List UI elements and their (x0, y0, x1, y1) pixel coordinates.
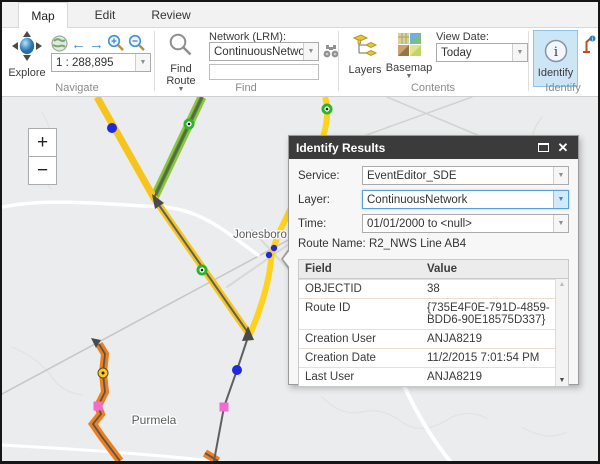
route-search-input[interactable] (209, 64, 319, 80)
blue-point-marker (266, 252, 272, 258)
green-point-marker (322, 104, 333, 115)
blue-point-marker (232, 365, 242, 375)
scroll-up-icon[interactable]: ▲ (559, 281, 566, 288)
time-combobox[interactable]: 01/01/2000 to <null> ▼ (362, 214, 569, 233)
layer-value: ContinuousNetwork (363, 194, 553, 206)
view-date-value: Today (437, 47, 512, 59)
plus-icon: + (37, 132, 48, 154)
close-icon: ✕ (558, 140, 569, 156)
group-label-contents: Contents (338, 82, 528, 94)
map-zoom-in-button[interactable]: + (28, 128, 57, 157)
svg-text:i: i (553, 45, 557, 60)
map-zoom-control: + − (28, 128, 57, 185)
layer-combobox[interactable]: ContinuousNetwork ▼ (362, 190, 569, 209)
network-combobox[interactable]: ContinuousNetwork ▼ (209, 42, 319, 61)
identify-results-dialog: Identify Results ✕ Service: EventEditor_… (288, 135, 579, 385)
column-header-value: Value (421, 260, 568, 278)
green-point-marker (184, 119, 195, 130)
scale-value: 1 : 288,895 (52, 57, 135, 69)
table-scrollbar[interactable]: ▲ ▼ (555, 279, 568, 386)
group-label-navigate: Navigate (2, 82, 152, 94)
dialog-title: Identify Results (296, 141, 385, 155)
route-name-label: Route Name: (298, 238, 366, 250)
chevron-down-icon[interactable]: ▼ (553, 191, 568, 208)
identify-button-label: Identify (538, 67, 573, 79)
place-label-purmela: Purmela (132, 413, 177, 427)
find-route-icon (168, 32, 194, 61)
scale-combobox[interactable]: 1 : 288,895 ▼ (51, 53, 151, 72)
next-extent-icon[interactable]: → (89, 37, 104, 53)
tab-review[interactable]: Review (142, 2, 200, 28)
table-row[interactable]: Last User ANJA8219 (299, 367, 568, 386)
chevron-down-icon: ▼ (406, 74, 413, 80)
table-header-row: Field Value (299, 260, 568, 279)
time-label: Time: (298, 218, 362, 230)
identify-icon: i (543, 38, 569, 67)
view-date-label: View Date: (436, 31, 489, 43)
svg-text:i: i (592, 37, 594, 43)
table-row[interactable]: OBJECTID 38 (299, 279, 568, 298)
basemap-icon (397, 32, 422, 60)
ribbon-tabbar: Map Edit Review (2, 2, 598, 28)
chevron-down-icon[interactable]: ▼ (553, 215, 568, 232)
layers-button[interactable]: Layers (346, 32, 384, 76)
ribbon-toolbar: Explore ← → 1 : 288,895 ▼ Navigate (2, 28, 598, 97)
tab-edit-label: Edit (95, 8, 116, 22)
scroll-down-icon[interactable]: ▼ (559, 377, 566, 384)
full-extent-globe-icon[interactable] (51, 35, 68, 55)
tab-edit[interactable]: Edit (80, 2, 130, 28)
dialog-titlebar[interactable]: Identify Results ✕ (289, 136, 578, 159)
view-date-combobox[interactable]: Today ▼ (436, 43, 528, 62)
zoom-out-icon[interactable] (128, 34, 146, 55)
group-label-find: Find (154, 82, 338, 94)
layer-label: Layer: (298, 194, 362, 206)
green-point-marker (197, 265, 208, 276)
pink-point-marker (220, 403, 229, 412)
zoom-in-icon[interactable] (107, 34, 125, 55)
column-header-field: Field (299, 260, 421, 278)
chevron-down-icon[interactable]: ▼ (135, 54, 150, 71)
attributes-table: Field Value OBJECTID 38 Route ID {735E4F… (298, 259, 569, 387)
service-value: EventEditor_SDE (363, 170, 553, 182)
identify-route-icon[interactable]: i (581, 35, 596, 58)
chevron-down-icon[interactable]: ▼ (512, 44, 527, 61)
explore-button[interactable]: Explore (6, 31, 48, 79)
table-row[interactable]: Creation Date 11/2/2015 7:01:54 PM (299, 348, 568, 367)
table-row[interactable]: Creation User ANJA8219 (299, 329, 568, 348)
time-value: 01/01/2000 to <null> (363, 218, 553, 230)
table-row[interactable]: Route ID {735E4F0E-791D-4859-BDD6-90E185… (299, 298, 568, 329)
service-combobox[interactable]: EventEditor_SDE ▼ (362, 166, 569, 185)
maximize-button[interactable] (535, 140, 551, 156)
map-zoom-out-button[interactable]: − (28, 156, 57, 185)
previous-extent-icon[interactable]: ← (71, 37, 86, 53)
app-window: Map Edit Review Explore ← (0, 0, 600, 464)
place-label-jonesboro: Jonesboro (233, 229, 287, 241)
blue-point-marker (107, 123, 117, 133)
chevron-down-icon[interactable]: ▼ (553, 167, 568, 184)
minus-icon: − (37, 160, 48, 182)
service-label: Service: (298, 170, 362, 182)
tab-map-label: Map (31, 9, 54, 23)
blue-point-marker (271, 245, 277, 251)
layers-icon (351, 32, 379, 62)
group-label-identify: Identify (528, 82, 598, 94)
explore-icon (12, 31, 42, 65)
basemap-button[interactable]: Basemap ▼ (387, 32, 431, 80)
close-button[interactable]: ✕ (555, 140, 571, 156)
tab-review-label: Review (151, 8, 190, 22)
dialog-callout-notch (281, 248, 289, 270)
layers-label: Layers (348, 64, 381, 76)
network-value: ContinuousNetwork (210, 46, 303, 58)
tab-map[interactable]: Map (18, 2, 68, 29)
explore-label: Explore (8, 67, 45, 79)
maximize-icon (538, 143, 549, 152)
identify-button[interactable]: i Identify (533, 30, 578, 87)
binoculars-icon[interactable] (323, 43, 339, 62)
pink-point-marker (94, 402, 103, 411)
chevron-down-icon[interactable]: ▼ (303, 43, 318, 60)
route-name-value: R2_NWS Line AB4 (369, 238, 466, 250)
yellow-point-marker (98, 368, 108, 378)
